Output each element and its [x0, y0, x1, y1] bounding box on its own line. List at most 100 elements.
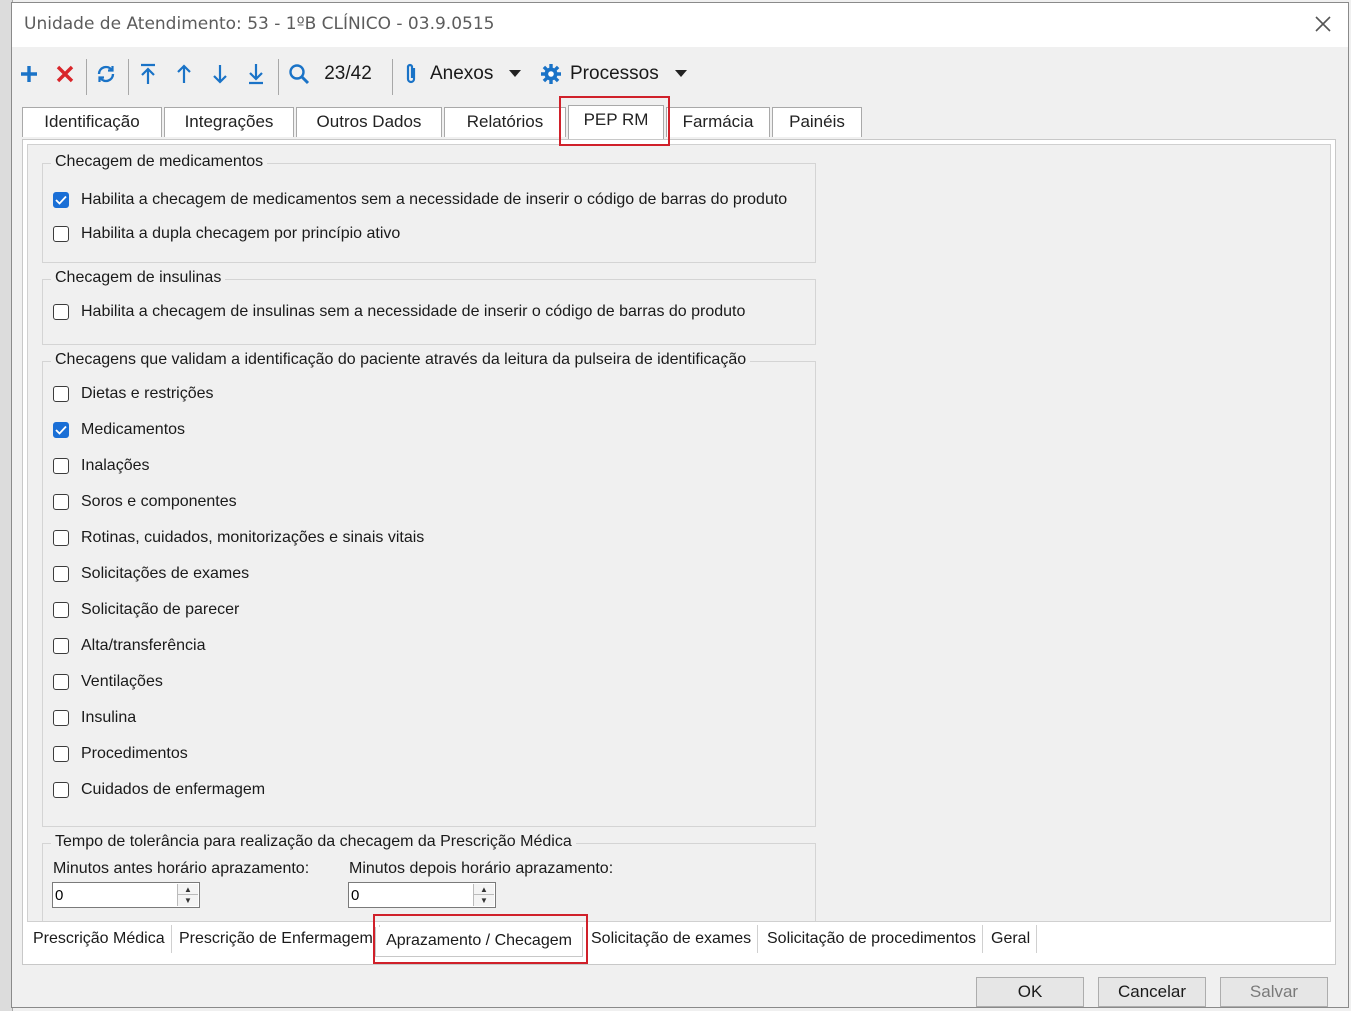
tab-relatorios[interactable]: Relatórios [444, 107, 566, 137]
checkbox-cuidados-enfermagem[interactable]: Cuidados de enfermagem [53, 780, 265, 800]
subtab-prescricao-medica[interactable]: Prescrição Médica [27, 925, 172, 953]
minutes-before-stepper[interactable]: ▲▼ [52, 882, 200, 908]
tab-farmacia[interactable]: Farmácia [666, 107, 770, 137]
checkbox-label: Solicitações de exames [81, 565, 250, 582]
stepper-up-icon[interactable]: ▲ [178, 884, 198, 895]
checkbox-insulin-no-barcode[interactable]: Habilita a checagem de insulinas sem a n… [53, 302, 745, 322]
tab-paineis[interactable]: Painéis [772, 107, 862, 137]
checkbox-label: Habilita a checagem de medicamentos sem … [81, 191, 788, 208]
stepper-down-icon[interactable]: ▼ [178, 895, 198, 906]
attachments-label: Anexos [430, 63, 494, 84]
checkbox-procedimentos[interactable]: Procedimentos [53, 744, 188, 764]
checkbox-box[interactable] [53, 530, 69, 546]
record-position: 23/42 [324, 63, 372, 84]
checkbox-medicamentos[interactable]: Medicamentos [53, 420, 185, 440]
checkbox-medication-no-barcode[interactable]: Habilita a checagem de medicamentos sem … [53, 190, 787, 210]
last-record-button[interactable] [244, 53, 268, 95]
checkbox-box[interactable] [53, 746, 69, 762]
first-record-button[interactable] [136, 53, 160, 95]
group-title: Checagem de medicamentos [51, 153, 268, 171]
checkbox-box[interactable] [53, 782, 69, 798]
checkbox-ventilacoes[interactable]: Ventilações [53, 672, 163, 692]
checkbox-box[interactable] [53, 192, 69, 208]
minutes-before-label: Minutos antes horário aprazamento: [53, 860, 310, 877]
tab-identificacao[interactable]: Identificação [22, 107, 162, 137]
checkbox-label: Habilita a checagem de insulinas sem a n… [81, 303, 746, 320]
checkbox-insulina[interactable]: Insulina [53, 708, 136, 728]
save-button[interactable]: Salvar [1220, 977, 1328, 1007]
checkbox-box[interactable] [53, 566, 69, 582]
toolbar-separator [128, 59, 129, 95]
checkbox-box[interactable] [53, 710, 69, 726]
paperclip-icon [406, 63, 416, 84]
checkbox-double-check-active-ingredient[interactable]: Habilita a dupla checagem por princípio … [53, 224, 400, 244]
window-title: Unidade de Atendimento: 53 - 1ºB CLÍNICO… [24, 14, 495, 34]
subtab-prescricao-enfermagem[interactable]: Prescrição de Enfermagem [173, 925, 380, 953]
checkmark-icon [55, 195, 67, 205]
checkbox-label: Alta/transferência [81, 637, 206, 654]
ok-button[interactable]: OK [976, 977, 1084, 1007]
toolbar-separator [392, 59, 393, 95]
gear-icon [541, 64, 561, 84]
cancel-button[interactable]: Cancelar [1098, 977, 1206, 1007]
search-button[interactable] [286, 53, 312, 95]
stepper-arrows[interactable]: ▲ ▼ [473, 884, 494, 906]
checkbox-box[interactable] [53, 674, 69, 690]
checkbox-label: Medicamentos [81, 421, 186, 438]
stepper-down-icon[interactable]: ▼ [474, 895, 494, 906]
next-record-button[interactable] [208, 53, 232, 95]
subtab-aprazamento-checagem[interactable]: Aprazamento / Checagem [375, 927, 583, 957]
stepper-up-icon[interactable]: ▲ [474, 884, 494, 895]
close-button[interactable] [1308, 9, 1338, 39]
checkbox-box[interactable] [53, 386, 69, 402]
checkbox-label: Solicitação de parecer [81, 601, 240, 618]
refresh-button[interactable] [92, 53, 120, 95]
checkbox-box[interactable] [53, 494, 69, 510]
processes-label: Processos [570, 63, 659, 84]
checkbox-solicitacoes-exames[interactable]: Solicitações de exames [53, 564, 249, 584]
checkbox-box[interactable] [53, 638, 69, 654]
delete-button[interactable] [52, 53, 78, 95]
stepper-arrows[interactable]: ▲ ▼ [177, 884, 198, 906]
tab-content-panel: Checagem de medicamentos Habilita a chec… [22, 139, 1336, 965]
checkbox-alta-transferencia[interactable]: Alta/transferência [53, 636, 206, 656]
processes-button[interactable]: Processos [540, 53, 690, 95]
minutes-after-stepper[interactable]: ▲▼ [348, 882, 496, 908]
minutes-after-label: Minutos depois horário aprazamento: [349, 860, 614, 877]
previous-record-icon [177, 64, 191, 83]
toolbar-separator [278, 59, 279, 95]
checkbox-box[interactable] [53, 602, 69, 618]
checkbox-solicitacao-parecer[interactable]: Solicitação de parecer [53, 600, 239, 620]
checkbox-rotinas[interactable]: Rotinas, cuidados, monitorizações e sina… [53, 528, 424, 548]
minutes-before-input[interactable] [53, 883, 177, 907]
first-record-icon [141, 63, 155, 84]
checkbox-label: Soros e componentes [81, 493, 237, 510]
checkbox-box[interactable] [53, 458, 69, 474]
tab-pep-rm[interactable]: PEP RM [568, 105, 664, 139]
group-tolerance-time: Tempo de tolerância para realização da c… [42, 833, 816, 921]
checkbox-inalacoes[interactable]: Inalações [53, 456, 150, 476]
close-icon [1315, 16, 1331, 32]
search-icon [289, 64, 310, 85]
group-wristband-validation: Checagens que validam a identificação do… [42, 351, 816, 827]
title-bar: Unidade de Atendimento: 53 - 1ºB CLÍNICO… [12, 3, 1348, 47]
group-title: Checagem de insulinas [51, 269, 226, 287]
group-title: Checagens que validam a identificação do… [51, 351, 751, 369]
subtab-solicitacao-exames[interactable]: Solicitação de exames [585, 925, 759, 953]
subtab-geral[interactable]: Geral [985, 925, 1038, 953]
subtab-solicitacao-procedimentos[interactable]: Solicitação de procedimentos [761, 925, 984, 953]
group-medication-check: Checagem de medicamentos Habilita a chec… [42, 153, 816, 263]
checkbox-box[interactable] [53, 304, 69, 320]
checkbox-soros[interactable]: Soros e componentes [53, 492, 237, 512]
minutes-after-input[interactable] [349, 883, 473, 907]
group-insulin-check: Checagem de insulinas Habilita a checage… [42, 269, 816, 345]
previous-record-button[interactable] [172, 53, 196, 95]
checkbox-box[interactable] [53, 422, 69, 438]
tab-integracoes[interactable]: Integrações [164, 107, 294, 137]
checkbox-dietas[interactable]: Dietas e restrições [53, 384, 214, 404]
tab-outros-dados[interactable]: Outros Dados [296, 107, 442, 137]
checkbox-box[interactable] [53, 226, 69, 242]
add-button[interactable] [16, 53, 42, 95]
attachments-button[interactable]: Anexos [404, 53, 528, 95]
refresh-icon [97, 65, 115, 83]
